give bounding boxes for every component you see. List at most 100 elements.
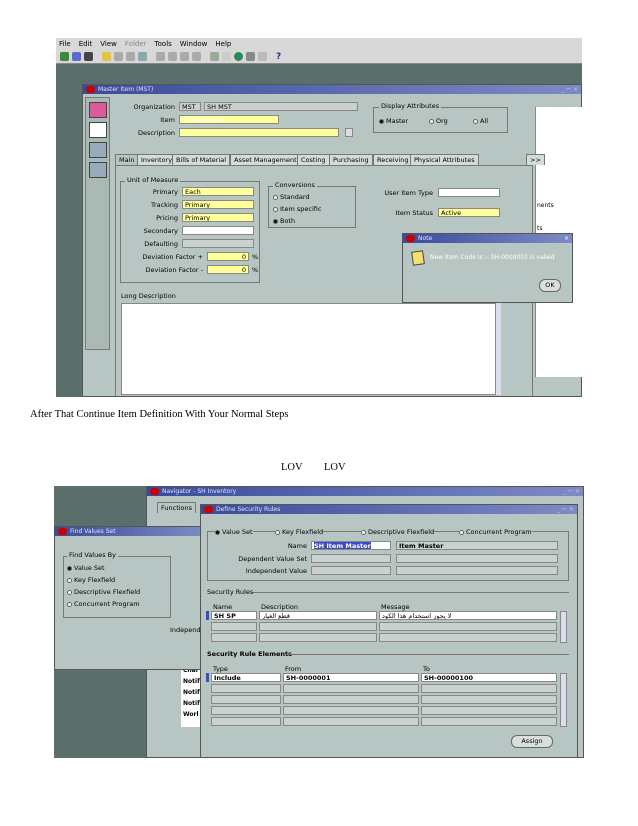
- long-description-field[interactable]: [121, 303, 501, 395]
- name-field[interactable]: SH Item Master: [311, 541, 391, 550]
- side-icon-4[interactable]: [89, 162, 107, 178]
- rule-empty-cell[interactable]: [259, 622, 377, 631]
- edit-icon[interactable]: [210, 52, 219, 61]
- dsr-window-controls[interactable]: _ ⌐ ×: [557, 506, 574, 513]
- dsr-option-concurrent-program[interactable]: Concurrent Program: [459, 528, 532, 536]
- rule-empty-cell[interactable]: [379, 622, 557, 631]
- element-empty-cell[interactable]: [421, 706, 557, 715]
- ok-button[interactable]: OK: [539, 279, 561, 292]
- help-icon[interactable]: ?: [276, 52, 281, 62]
- element-empty-cell[interactable]: [211, 684, 281, 693]
- globe-icon[interactable]: [234, 52, 243, 61]
- attachment-icon[interactable]: [222, 52, 231, 61]
- uom-tracking-select[interactable]: Primary: [182, 200, 254, 209]
- cut-icon[interactable]: [156, 52, 165, 61]
- menu-file[interactable]: File: [59, 40, 71, 48]
- menu-help[interactable]: Help: [215, 40, 231, 48]
- rule-message-cell[interactable]: لا يجوز استخدام هذا الكود: [379, 611, 557, 620]
- element-empty-cell[interactable]: [211, 717, 281, 726]
- find-option-key-flexfield[interactable]: Key Flexfield: [67, 576, 115, 584]
- element-empty-cell[interactable]: [283, 695, 419, 704]
- uom-secondary-field[interactable]: [182, 226, 254, 235]
- element-empty-cell[interactable]: [211, 695, 281, 704]
- dsr-option-descriptive-flexfield[interactable]: Descriptive Flexfield: [361, 528, 435, 536]
- folder-icon[interactable]: [102, 52, 111, 61]
- element-empty-cell[interactable]: [421, 684, 557, 693]
- description-field[interactable]: [179, 128, 339, 137]
- rule-empty-cell[interactable]: [211, 622, 257, 631]
- uom-defaulting-select[interactable]: [182, 239, 254, 248]
- conversion-item-specific[interactable]: Item specific: [273, 205, 321, 213]
- display-option-all[interactable]: All: [473, 117, 488, 125]
- elements-scrollbar[interactable]: [560, 673, 567, 727]
- tab-asset-management[interactable]: Asset Management: [230, 154, 301, 165]
- clear-icon[interactable]: [192, 52, 201, 61]
- element-empty-cell[interactable]: [283, 717, 419, 726]
- assign-button[interactable]: Assign: [511, 735, 553, 748]
- menu-window[interactable]: Window: [180, 40, 208, 48]
- side-icon-1[interactable]: [89, 102, 107, 118]
- element-empty-cell[interactable]: [421, 717, 557, 726]
- rule-empty-cell[interactable]: [211, 633, 257, 642]
- tab-bills-of-material[interactable]: Bills of Material: [172, 154, 231, 165]
- rules-scrollbar[interactable]: [560, 611, 567, 643]
- long-description-scrollbar[interactable]: [495, 303, 501, 395]
- find-option-value-set[interactable]: Value Set: [67, 564, 105, 572]
- tab-functions[interactable]: Functions: [157, 502, 197, 513]
- save-icon[interactable]: [84, 52, 93, 61]
- uom-pricing-select[interactable]: Primary: [182, 213, 254, 222]
- paste-icon[interactable]: [180, 52, 189, 61]
- element-empty-cell[interactable]: [283, 706, 419, 715]
- copy-icon[interactable]: [168, 52, 177, 61]
- tab-costing[interactable]: Costing: [297, 154, 330, 165]
- description-edit-button[interactable]: [345, 128, 353, 137]
- window-controls[interactable]: _ ⌐ ×: [561, 86, 578, 93]
- find-option-concurrent-program[interactable]: Concurrent Program: [67, 600, 140, 608]
- menu-folder[interactable]: Folder: [125, 40, 147, 48]
- organization-name-field[interactable]: SH MST: [204, 102, 358, 111]
- close-form-icon[interactable]: [126, 52, 135, 61]
- element-to-cell[interactable]: SH-00000100: [421, 673, 557, 682]
- display-option-master[interactable]: Master: [379, 117, 408, 125]
- tab-main[interactable]: Main: [115, 154, 139, 165]
- item-field[interactable]: SH-0000002: [179, 115, 279, 124]
- tab-inventory[interactable]: Inventory: [137, 154, 177, 165]
- item-status-field[interactable]: Active: [438, 208, 500, 217]
- side-icon-2[interactable]: [89, 122, 107, 138]
- user-item-type-field[interactable]: [438, 188, 500, 197]
- find-option-descriptive-flexfield[interactable]: Descriptive Flexfield: [67, 588, 140, 596]
- element-type-select[interactable]: Include: [211, 673, 281, 682]
- find-icon[interactable]: [72, 52, 81, 61]
- element-empty-cell[interactable]: [211, 706, 281, 715]
- conversion-standard[interactable]: Standard: [273, 193, 310, 201]
- deviation-minus-field[interactable]: 0: [207, 265, 249, 274]
- menu-edit[interactable]: Edit: [79, 40, 93, 48]
- menu-tools[interactable]: Tools: [155, 40, 172, 48]
- new-icon[interactable]: [60, 52, 69, 61]
- next-icon[interactable]: [138, 52, 147, 61]
- print-icon[interactable]: [114, 52, 123, 61]
- rule-description-cell[interactable]: قطع الغيار: [259, 611, 377, 620]
- lightbulb-icon[interactable]: [258, 52, 267, 61]
- navigator-window-controls[interactable]: _ ⌐ ×: [563, 488, 580, 495]
- rule-empty-cell[interactable]: [379, 633, 557, 642]
- tab-physical-attributes[interactable]: Physical Attributes: [410, 154, 479, 165]
- conversion-both[interactable]: Both: [273, 217, 295, 225]
- dsr-option-key-flexfield[interactable]: Key Flexfield: [275, 528, 324, 536]
- element-empty-cell[interactable]: [283, 684, 419, 693]
- deviation-plus-field[interactable]: 0: [207, 252, 249, 261]
- element-empty-cell[interactable]: [421, 695, 557, 704]
- side-icon-3[interactable]: [89, 142, 107, 158]
- organization-code-field[interactable]: MST: [179, 102, 201, 111]
- rule-empty-cell[interactable]: [259, 633, 377, 642]
- zoom-icon[interactable]: [246, 52, 255, 61]
- uom-primary-field[interactable]: Each: [182, 187, 254, 196]
- menu-view[interactable]: View: [100, 40, 117, 48]
- tab-receiving[interactable]: Receiving: [373, 154, 413, 165]
- display-option-org[interactable]: Org: [429, 117, 448, 125]
- note-close-icon[interactable]: ×: [564, 235, 569, 242]
- element-from-cell[interactable]: SH-0000001: [283, 673, 419, 682]
- tab-purchasing[interactable]: Purchasing: [329, 154, 373, 165]
- dsr-option-value-set[interactable]: Value Set: [215, 528, 253, 536]
- tabs-more-button[interactable]: >>: [526, 154, 545, 165]
